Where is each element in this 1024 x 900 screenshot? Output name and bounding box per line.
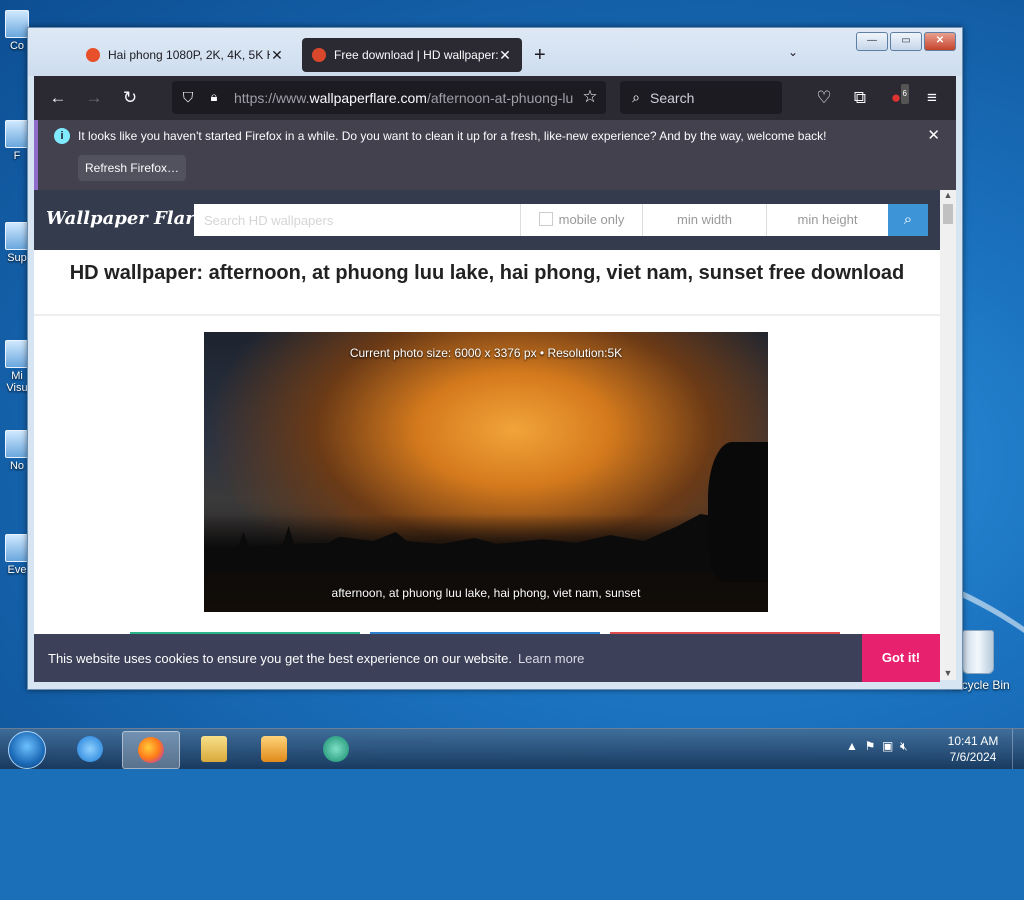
start-button[interactable] (8, 731, 46, 769)
taskbar-internet-explorer[interactable] (62, 731, 118, 767)
mobile-only-checkbox[interactable] (538, 212, 553, 226)
extensions-puzzle-icon[interactable]: ⧉ (850, 88, 870, 108)
info-icon: i (54, 128, 70, 144)
internet-explorer-icon (77, 736, 103, 762)
cookie-text: This website uses cookies to ensure you … (48, 651, 512, 666)
taskbar-app[interactable] (308, 731, 364, 767)
skyline-silhouette (204, 514, 768, 574)
search-submit-button[interactable]: ⌕ (888, 204, 928, 236)
clock[interactable]: 10:41 AM 7/6/2024 (940, 733, 1006, 765)
wallpaper-image[interactable]: Current photo size: 6000 x 3376 px • Res… (204, 332, 768, 612)
window-controls: — ▭ ✕ (856, 32, 956, 51)
folder-icon (201, 736, 227, 762)
tab-title: Hai phong 1080P, 2K, 4K, 5K HD (108, 48, 270, 62)
tab-hai-phong[interactable]: Hai phong 1080P, 2K, 4K, 5K HD ✕ (76, 38, 294, 72)
notepad-icon (5, 430, 29, 458)
url-bar[interactable]: ⛉ 🔒︎ https://www.wallpaperflare.com/afte… (172, 81, 606, 114)
app-icon (323, 736, 349, 762)
list-all-tabs-chevron-icon[interactable]: ⌄ (788, 45, 798, 59)
maximize-button[interactable]: ▭ (890, 32, 922, 51)
media-player-icon (261, 736, 287, 762)
forward-arrow-icon[interactable]: → (84, 88, 104, 108)
scroll-down-arrow-icon[interactable]: ▼ (940, 668, 956, 678)
flame-favicon-icon (86, 48, 100, 62)
pocket-icon[interactable]: ♡ (814, 88, 834, 108)
firefox-icon (5, 120, 29, 148)
tab-strip: Hai phong 1080P, 2K, 4K, 5K HD ✕ Free do… (28, 28, 962, 76)
cookie-banner: This website uses cookies to ensure you … (34, 634, 940, 682)
site-logo[interactable]: Wallpaper Flare (46, 208, 206, 229)
browser-window: Hai phong 1080P, 2K, 4K, 5K HD ✕ Free do… (27, 27, 963, 690)
system-tray: ▲ ⚑ ▣ 🔇︎ (846, 739, 908, 754)
new-tab-button[interactable]: + (534, 44, 546, 67)
site-header: Wallpaper Flare mobile only min width mi… (34, 190, 940, 250)
notification-message: It looks like you haven't started Firefo… (78, 129, 827, 143)
show-desktop-button[interactable] (1012, 729, 1024, 769)
photo-caption: afternoon, at phuong luu lake, hai phong… (331, 586, 641, 600)
clock-date: 7/6/2024 (949, 750, 997, 764)
firefox-icon (138, 737, 164, 763)
network-icon[interactable]: ▣ (882, 739, 893, 753)
minimize-button[interactable]: — (856, 32, 888, 51)
search-icon: ⌕ (632, 89, 640, 105)
action-center-flag-icon[interactable]: ⚑ (865, 739, 876, 753)
nav-toolbar: ← → ↻ ⛉ 🔒︎ https://www.wallpaperflare.co… (34, 76, 956, 120)
everything-icon (5, 534, 29, 562)
refresh-firefox-notification: i It looks like you haven't started Fire… (34, 120, 956, 190)
tree-silhouette (708, 442, 768, 582)
extension-badge: 6 (900, 84, 909, 104)
computer-icon (5, 10, 29, 38)
hamburger-menu-icon[interactable]: ≡ (922, 88, 942, 108)
page-scrollbar[interactable]: ▲ ▼ (940, 190, 956, 680)
page-content: Wallpaper Flare mobile only min width mi… (34, 190, 940, 680)
reload-icon[interactable]: ↻ (120, 88, 140, 108)
search-box[interactable]: ⌕ Search (620, 81, 782, 114)
tab-free-download[interactable]: Free download | HD wallpaper: a ✕ (302, 38, 522, 72)
close-notification-icon[interactable]: ✕ (927, 126, 940, 144)
tab-close-icon[interactable]: ✕ (270, 47, 284, 64)
min-height-field[interactable]: min height (766, 204, 888, 236)
back-arrow-icon[interactable]: ← (48, 88, 68, 108)
support-icon (5, 222, 29, 250)
mobile-only-filter[interactable]: mobile only (520, 204, 642, 236)
lock-icon[interactable]: 🔒︎ (204, 87, 224, 107)
ublock-extension-icon[interactable]: ● 6 (886, 84, 909, 108)
taskbar: ▲ ⚑ ▣ 🔇︎ 10:41 AM 7/6/2024 (0, 728, 1024, 769)
wallpaper-search-input[interactable] (194, 204, 520, 236)
learn-more-link[interactable]: Learn more (518, 651, 584, 666)
page-title: HD wallpaper: afternoon, at phuong luu l… (69, 262, 905, 284)
recycle-bin-icon (962, 630, 994, 674)
show-hidden-icons-chevron-icon[interactable]: ▲ (846, 739, 858, 753)
min-width-field[interactable]: min width (642, 204, 766, 236)
visual-studio-icon (5, 340, 29, 368)
taskbar-file-explorer[interactable] (186, 731, 242, 767)
close-window-button[interactable]: ✕ (924, 32, 956, 51)
tab-title: Free download | HD wallpaper: a (334, 48, 498, 62)
volume-muted-icon[interactable]: 🔇︎ (900, 739, 908, 753)
tracking-shield-icon[interactable]: ⛉ (178, 87, 198, 107)
taskbar-media-player[interactable] (246, 731, 302, 767)
refresh-firefox-button[interactable]: Refresh Firefox… (78, 155, 186, 181)
wallpaperflare-favicon-icon (312, 48, 326, 62)
photo-size-info: Current photo size: 6000 x 3376 px • Res… (349, 346, 623, 360)
scroll-up-arrow-icon[interactable]: ▲ (940, 190, 956, 200)
bookmark-star-icon[interactable]: ☆ (580, 87, 600, 107)
clock-time: 10:41 AM (947, 734, 999, 748)
url-text[interactable]: https://www.wallpaperflare.com/afternoon… (234, 90, 574, 106)
divider (34, 314, 940, 316)
taskbar-firefox[interactable] (122, 731, 180, 769)
tab-close-icon[interactable]: ✕ (498, 47, 512, 64)
scrollbar-thumb[interactable] (943, 204, 953, 224)
got-it-button[interactable]: Got it! (862, 634, 940, 682)
